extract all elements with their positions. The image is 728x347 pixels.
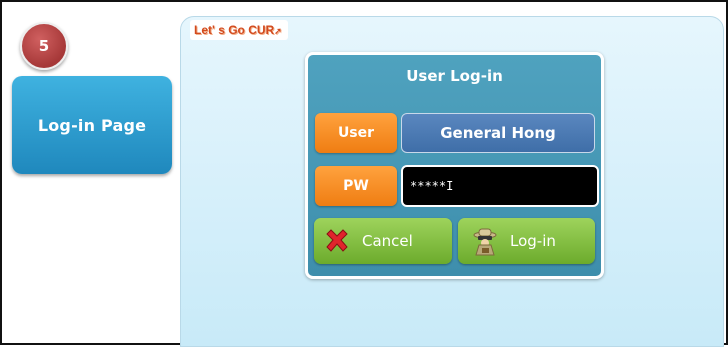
- cancel-button[interactable]: Cancel: [314, 218, 452, 264]
- page-label-box: Log-in Page: [12, 76, 172, 174]
- step-number-badge: 5: [20, 22, 68, 70]
- password-input[interactable]: *****I: [401, 165, 599, 207]
- cancel-label: Cancel: [362, 232, 413, 250]
- page-label-text: Log-in Page: [37, 115, 147, 135]
- dialog-title: User Log-in: [406, 67, 503, 85]
- user-label-text: User: [337, 125, 375, 141]
- red-x-icon: [326, 229, 348, 252]
- logo-arrow-icon: ➚: [274, 26, 282, 36]
- login-button[interactable]: Log-in: [458, 218, 595, 264]
- pw-label-text: PW: [343, 178, 369, 194]
- app-screen: Let' s Go CUR➚ User Log-in User General …: [180, 16, 724, 347]
- secret-agent-icon: [473, 228, 497, 256]
- password-value: *****I: [410, 179, 454, 193]
- step-number: 5: [38, 37, 50, 55]
- user-field-value: General Hong: [440, 124, 556, 142]
- pw-label: PW: [315, 166, 397, 206]
- user-label: User: [315, 113, 397, 153]
- brand-logo: Let' s Go CUR➚: [190, 20, 288, 40]
- login-dialog: User Log-in User General Hong PW *****I …: [305, 52, 604, 279]
- login-label: Log-in: [510, 232, 556, 250]
- brand-logo-text: Let' s Go CUR: [194, 23, 275, 37]
- user-field[interactable]: General Hong: [401, 113, 595, 153]
